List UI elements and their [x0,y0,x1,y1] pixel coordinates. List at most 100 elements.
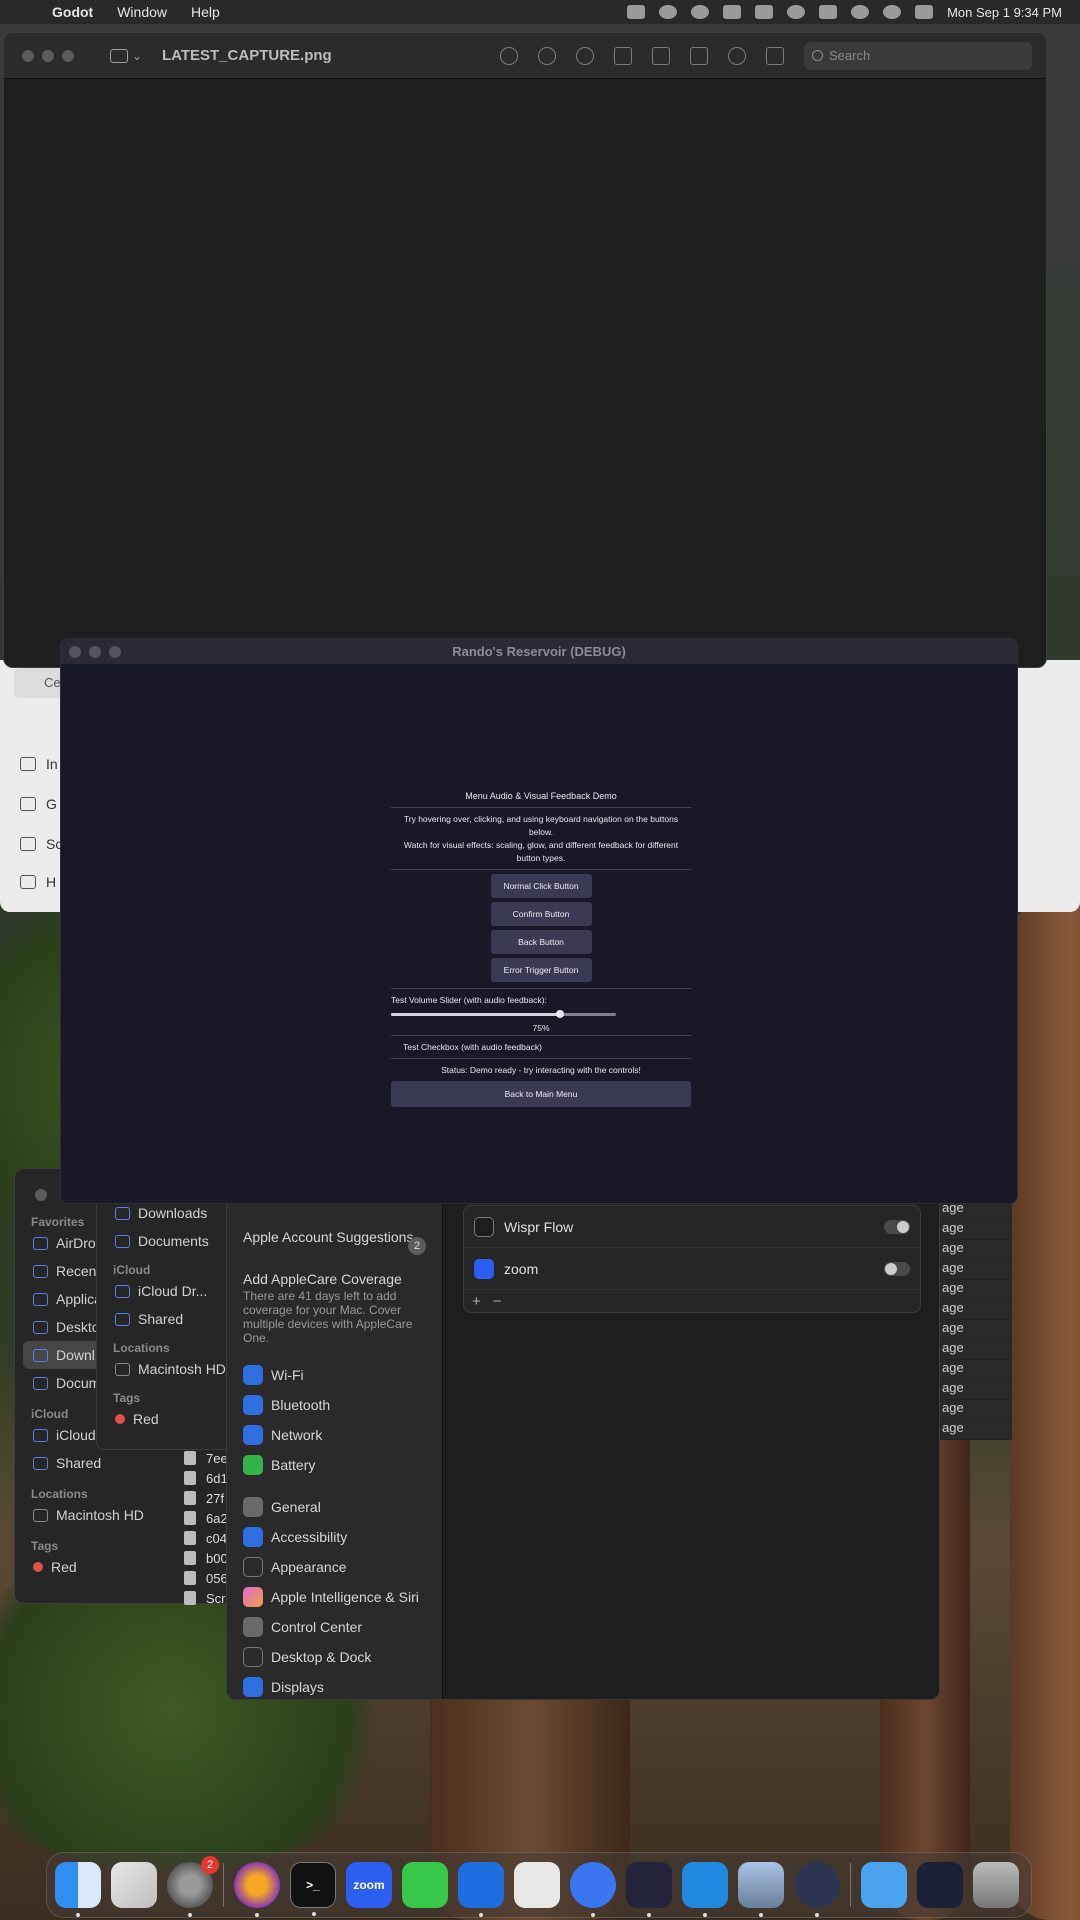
list-item[interactable]: 6a2 [178,1508,230,1528]
menu-extra-icon[interactable] [723,5,742,19]
spotlight-search-icon[interactable] [883,5,902,19]
test-checkbox[interactable]: Test Checkbox (with audio feedback) [391,1038,691,1056]
sidebar-item-displays[interactable]: Displays [243,1677,324,1697]
confirm-button[interactable]: Confirm Button [490,902,592,926]
preview-icon[interactable] [738,1862,784,1917]
bars-icon[interactable] [819,5,838,19]
godot-icon[interactable] [794,1862,840,1917]
volume-slider[interactable] [391,1009,616,1019]
sidebar-item-shared[interactable]: Shared [97,1305,235,1333]
file-name: Scr [206,1590,226,1606]
control-center-icon[interactable] [915,5,934,19]
terminal-icon[interactable]: >_ [290,1862,336,1916]
docker-icon[interactable] [458,1862,504,1917]
sidebar-item-icloud-drive[interactable]: iCloud Dr... [97,1277,235,1305]
signal-icon[interactable] [570,1862,616,1917]
menu-clock[interactable]: Mon Sep 1 9:34 PM [947,5,1062,20]
menu-app-name[interactable]: Godot [52,4,93,20]
wispr-flow-toggle[interactable] [884,1219,910,1234]
list-item: age [938,1240,1012,1260]
slider-knob[interactable] [555,1010,564,1018]
screenshot-stack-icon[interactable] [917,1862,963,1908]
error-trigger-button[interactable]: Error Trigger Button [490,958,592,982]
sidebar-toggle-button[interactable]: ⌄ [110,46,148,66]
list-item: age [938,1300,1012,1320]
menu-help[interactable]: Help [191,4,220,20]
messages-icon[interactable] [402,1862,448,1908]
back-to-main-menu-button[interactable]: Back to Main Menu [391,1081,691,1107]
list-item[interactable]: 27f [178,1488,230,1508]
list-item[interactable]: 056 [178,1568,230,1588]
background-list-strip: age age age age age age age age age age … [938,1200,1012,1446]
share-icon[interactable] [614,46,632,65]
sidebar-item-label: Appearance [271,1559,347,1575]
disk-icon [33,1508,48,1522]
sidebar-item-control-center[interactable]: Control Center [243,1617,362,1637]
list-item[interactable]: 7ee [178,1448,230,1468]
status-extra-icon[interactable] [659,5,678,19]
apple-menu-icon[interactable] [18,4,38,20]
menu-window[interactable]: Window [117,4,167,20]
markup-icon[interactable] [728,46,746,65]
sidebar-item-appearance[interactable]: Appearance [243,1557,347,1577]
close-button[interactable] [35,1189,47,1201]
back-button[interactable]: Back Button [490,930,592,954]
apple-account-suggestions[interactable]: Apple Account Suggestions [243,1229,433,1245]
calculator-icon[interactable] [514,1862,560,1908]
gear-icon [20,837,36,851]
markup-pen-icon[interactable] [652,46,670,65]
remove-button[interactable]: − [493,1293,502,1310]
sidebar-item-desktop-dock[interactable]: Desktop & Dock [243,1647,371,1667]
sidebar-item-network[interactable]: Network [243,1425,322,1445]
list-item: age [938,1320,1012,1340]
slider-label: Test Volume Slider (with audio feedback)… [391,995,547,1005]
zoom-label: zoom [353,1878,385,1892]
sidebar-item-accessibility[interactable]: Accessibility [243,1527,347,1547]
sidebar-item-label: iCloud Dr... [138,1283,208,1299]
list-item[interactable]: b00 [178,1548,230,1568]
downloads-folder-icon[interactable] [861,1862,907,1908]
launchpad-icon[interactable] [111,1862,157,1908]
app-status-icon[interactable] [755,5,774,19]
sidebar-item-documents[interactable]: Documents [97,1227,235,1255]
sheet-row-label[interactable]: In [46,756,58,772]
document-icon [33,1376,48,1390]
record-icon[interactable] [691,5,710,19]
sidebar-item-label: Macintosh HD [138,1361,226,1377]
info-icon[interactable] [500,46,518,65]
sidebar-item-battery[interactable]: Battery [243,1455,315,1475]
sheet-row-label[interactable]: H [46,874,56,890]
add-button[interactable]: + [472,1293,481,1310]
normal-click-button[interactable]: Normal Click Button [490,874,592,898]
finder-icon[interactable] [55,1862,101,1917]
system-settings-icon[interactable]: 2 [167,1856,219,1917]
sidebar-item-bluetooth[interactable]: Bluetooth [243,1395,330,1415]
sheet-row-label[interactable]: G [46,796,57,812]
trash-icon[interactable] [973,1862,1019,1908]
rotate-icon[interactable] [690,46,708,65]
zoom-app-icon[interactable]: zoom [346,1862,392,1908]
list-item[interactable]: c04 [178,1528,230,1548]
sidebar-item-tag-red[interactable]: Red [97,1405,235,1433]
firefox-icon[interactable] [234,1862,280,1917]
sidebar-item-macintosh-hd[interactable]: Macintosh HD [97,1355,235,1383]
minimize-button[interactable] [42,49,54,62]
sidebar-item-general[interactable]: General [243,1497,321,1517]
zoom-toggle[interactable] [884,1261,910,1276]
audio-meter-icon[interactable] [627,5,646,19]
zoom-out-icon[interactable] [538,46,556,65]
sign-icon[interactable] [766,46,784,65]
zoom-in-icon[interactable] [576,46,594,65]
wifi-icon[interactable] [851,5,870,19]
vscode-icon[interactable] [682,1862,728,1917]
wispr-flow-icon[interactable] [626,1862,672,1917]
zoom-button[interactable] [62,49,74,62]
search-field[interactable]: Search [804,41,1032,70]
list-item[interactable]: Scr [178,1588,230,1608]
list-item[interactable]: 6d1 [178,1468,230,1488]
close-button[interactable] [22,49,34,62]
sidebar-item-wifi[interactable]: Wi-Fi [243,1365,304,1385]
play-icon[interactable] [787,5,806,19]
applecare-promo[interactable]: Add AppleCare Coverage There are 41 days… [243,1271,423,1345]
sidebar-item-apple-intelligence[interactable]: Apple Intelligence & Siri [243,1587,419,1607]
